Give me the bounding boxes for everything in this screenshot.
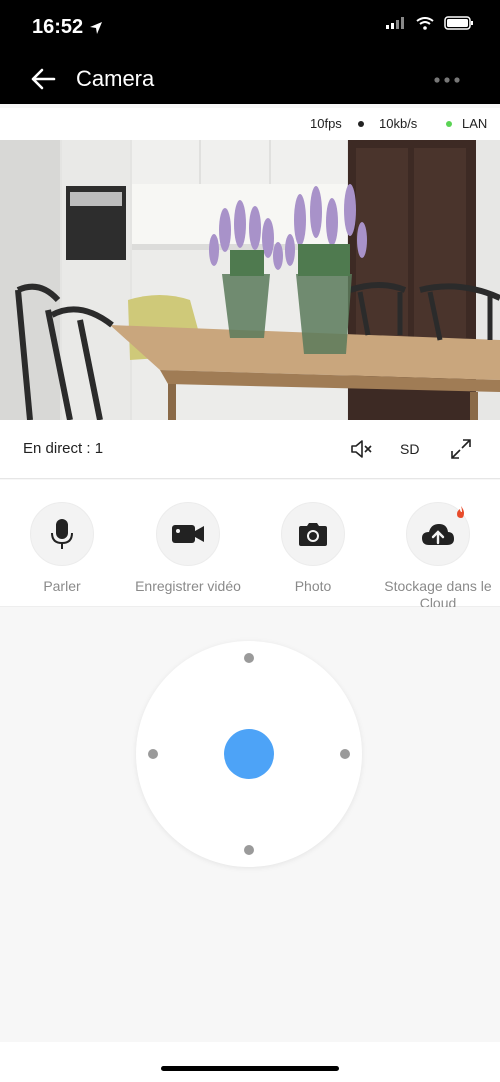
top-header: 16:52 Camera xyxy=(0,0,500,104)
record-video-button-circle[interactable] xyxy=(156,502,220,566)
cloud-upload-icon xyxy=(422,524,454,545)
video-camera-icon xyxy=(172,525,204,543)
fullscreen-icon[interactable] xyxy=(450,438,472,460)
live-status-row: En direct : 1 SD xyxy=(0,420,500,479)
separator-dot xyxy=(358,121,364,127)
mute-speaker-icon[interactable] xyxy=(350,438,374,460)
status-time: 16:52 xyxy=(32,16,103,39)
talk-label: Parler xyxy=(43,578,81,594)
ptz-direction-pad[interactable] xyxy=(136,641,362,867)
ptz-control-area xyxy=(0,607,500,1042)
ptz-down-dot[interactable] xyxy=(244,845,254,855)
fps-value: 10fps xyxy=(310,116,342,131)
photo-button[interactable]: Photo xyxy=(251,502,375,595)
connection-status-dot xyxy=(446,121,452,127)
ptz-left-dot[interactable] xyxy=(148,749,158,759)
record-video-button[interactable]: Enregistrer vidéo xyxy=(126,502,250,595)
live-viewers-label: En direct : 1 xyxy=(23,440,104,457)
ptz-center-button[interactable] xyxy=(224,729,274,779)
ptz-right-dot[interactable] xyxy=(340,749,350,759)
talk-button-circle[interactable] xyxy=(30,502,94,566)
bottom-safe-area xyxy=(0,1042,500,1082)
wifi-icon xyxy=(416,16,434,30)
photo-camera-icon xyxy=(299,523,327,546)
cloud-storage-button-circle[interactable] xyxy=(406,502,470,566)
photo-button-circle[interactable] xyxy=(281,502,345,566)
camera-image xyxy=(0,140,500,420)
status-icons xyxy=(386,16,474,30)
stream-info-bar: 10fps 10kb/s LAN xyxy=(0,108,500,140)
cloud-storage-button[interactable]: Stockage dans le Cloud xyxy=(376,502,500,612)
home-indicator[interactable] xyxy=(161,1066,339,1071)
page-title: Camera xyxy=(76,66,155,91)
more-dots-icon xyxy=(434,77,460,83)
microphone-icon xyxy=(51,519,73,549)
hot-flame-icon xyxy=(457,506,464,518)
connection-type: LAN xyxy=(462,116,488,131)
signal-icon xyxy=(386,17,404,29)
action-bar: Parler Enregistrer vidéo Photo Stockage … xyxy=(0,480,500,611)
quality-toggle-button[interactable]: SD xyxy=(400,441,419,457)
more-options-button[interactable] xyxy=(432,70,462,90)
camera-live-view[interactable] xyxy=(0,140,500,420)
photo-label: Photo xyxy=(294,578,332,594)
ptz-up-dot[interactable] xyxy=(244,653,254,663)
status-time-text: 16:52 xyxy=(32,16,84,38)
record-video-label: Enregistrer vidéo xyxy=(135,578,241,594)
talk-button[interactable]: Parler xyxy=(0,502,124,595)
location-arrow-icon xyxy=(90,21,103,34)
bitrate-value: 10kb/s xyxy=(379,116,418,131)
battery-icon xyxy=(444,16,473,30)
back-arrow-icon[interactable] xyxy=(28,64,58,94)
